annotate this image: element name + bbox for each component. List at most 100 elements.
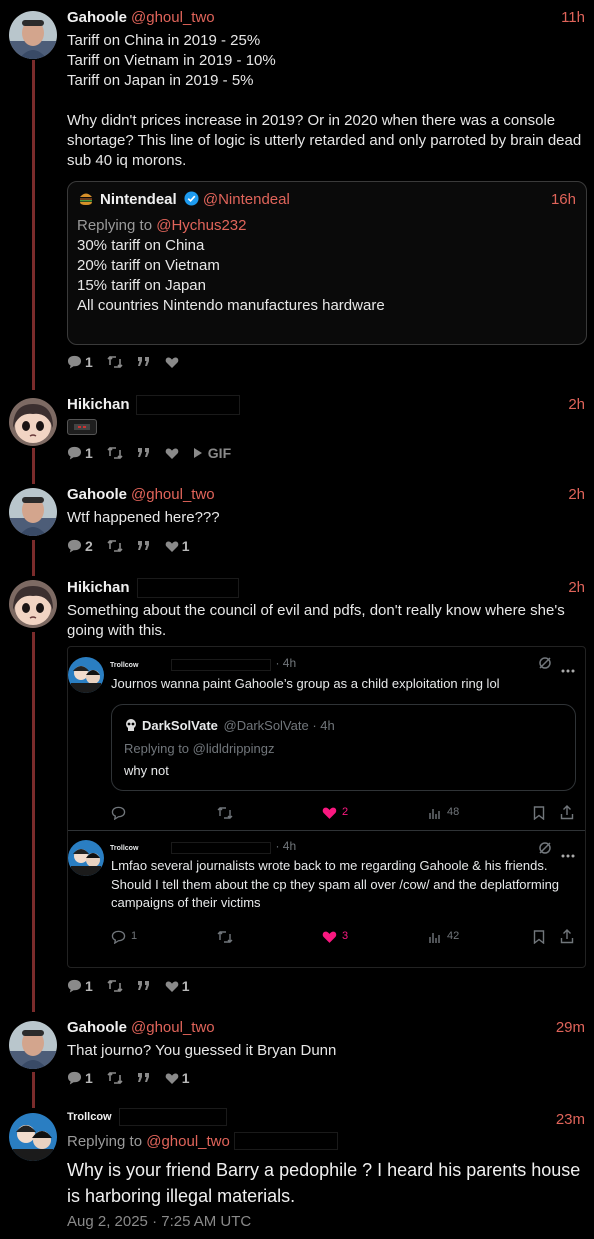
quote-icon — [137, 1073, 149, 1082]
reply-button[interactable]: 1 — [67, 978, 93, 994]
author-name: Trollcow — [110, 662, 139, 669]
replying-handle[interactable]: @ghoul_two — [146, 1133, 230, 1150]
replying-to: Replying to @Hychus232 — [77, 216, 576, 236]
like-count: 1 — [181, 1070, 190, 1086]
views-icon — [429, 809, 440, 819]
avatar[interactable] — [9, 1113, 57, 1161]
views-count: 48 — [447, 806, 460, 818]
gif-button[interactable]: GIF — [193, 445, 231, 461]
post-text: Wtf happened here??? — [67, 509, 220, 526]
embedded-screenshot: Trollcow · 4h Journos wanna paint Gahool… — [67, 646, 586, 968]
like-button[interactable]: 1 — [165, 978, 190, 994]
avatar[interactable] — [9, 488, 57, 536]
author-name[interactable]: Gahoole — [67, 486, 127, 503]
like-button[interactable] — [165, 447, 179, 460]
retweet-button[interactable] — [107, 1071, 123, 1085]
post-actions: 2 1 — [67, 537, 204, 555]
text-line: Tariff on China in 2019 - 25% — [67, 32, 261, 49]
comment-icon — [111, 930, 126, 944]
redacted-handle — [136, 578, 239, 598]
author-name[interactable]: Gahoole — [67, 9, 127, 26]
embed-actions: 2 48 — [111, 805, 577, 821]
reply-button[interactable]: 1 — [67, 445, 93, 461]
like-count: 3 — [342, 930, 349, 942]
author-handle[interactable]: @ghoul_two — [131, 1019, 215, 1036]
retweet-button[interactable] — [107, 539, 123, 553]
reply-button[interactable]: 1 — [67, 354, 93, 370]
quote-icon — [137, 357, 149, 366]
play-icon — [193, 448, 202, 458]
post-time[interactable]: 11h — [561, 8, 585, 28]
main-post-text: Why is your friend Barry a pedophile ? I… — [67, 1160, 581, 1206]
avatar[interactable] — [9, 580, 57, 628]
author-handle[interactable]: @ghoul_two — [131, 486, 215, 503]
quote-button[interactable] — [137, 980, 151, 992]
avatar[interactable] — [9, 11, 57, 59]
like-button[interactable]: 1 — [165, 538, 190, 554]
redacted-text — [234, 1132, 339, 1150]
heart-icon — [165, 541, 179, 552]
avatar[interactable] — [9, 398, 57, 446]
thread-line — [32, 60, 35, 390]
post-actions: 1 — [67, 353, 193, 371]
post-time[interactable]: 23m — [556, 1110, 585, 1130]
quoted-author-name: DarkSolVate — [142, 718, 218, 733]
quote-button[interactable] — [137, 1072, 151, 1084]
quote-author-name[interactable]: Nintendeal — [100, 191, 177, 208]
author-handle[interactable]: @ghoul_two — [131, 9, 215, 26]
like-button[interactable] — [165, 356, 179, 369]
author-name[interactable]: Gahoole — [67, 1019, 127, 1036]
quoted-post[interactable]: Nintendeal @Nintendeal 16h Replying to @… — [67, 181, 587, 345]
bookmark-icon — [533, 930, 545, 944]
comment-icon — [111, 806, 126, 820]
quote-author-handle[interactable]: @Nintendeal — [203, 191, 290, 208]
post-time[interactable]: 29m — [556, 1018, 585, 1038]
like-count: 1 — [181, 978, 190, 994]
author-name[interactable]: Trollcow — [67, 1111, 112, 1123]
heart-icon — [165, 357, 179, 368]
skull-icon — [124, 718, 138, 737]
post-time[interactable]: 2h — [568, 485, 585, 505]
quote-button[interactable] — [137, 540, 151, 552]
author-name[interactable]: Hikichan — [67, 579, 130, 596]
text-line: Why didn't prices increase in 2019? Or i… — [67, 112, 582, 169]
retweet-button[interactable] — [107, 979, 123, 993]
reply-count: 1 — [131, 930, 138, 942]
quote-icon — [137, 981, 149, 990]
retweet-icon — [217, 931, 233, 943]
quote-time[interactable]: 16h — [551, 190, 576, 210]
avatar — [68, 840, 104, 876]
views-icon — [429, 933, 440, 943]
gif-label: GIF — [207, 445, 232, 461]
bookmark-icon — [533, 806, 545, 820]
avatar — [68, 657, 104, 693]
reply-count: 1 — [85, 1070, 93, 1086]
quote-button[interactable] — [137, 356, 151, 368]
post-time[interactable]: 2h — [568, 395, 585, 415]
text-line: Tariff on Vietnam in 2019 - 10% — [67, 52, 276, 69]
like-count: 1 — [181, 538, 190, 554]
retweet-button[interactable] — [107, 446, 123, 460]
retweet-button[interactable] — [107, 355, 123, 369]
retweet-icon — [107, 979, 123, 993]
reply-button[interactable]: 2 — [67, 538, 93, 554]
author-name[interactable]: Hikichan — [67, 396, 130, 413]
quote-button[interactable] — [137, 447, 151, 459]
like-button[interactable]: 1 — [165, 1070, 190, 1086]
post-text: Something about the council of evil and … — [67, 602, 565, 639]
burger-icon — [78, 190, 94, 212]
heart-icon — [322, 931, 337, 943]
retweet-icon — [107, 1071, 123, 1085]
comment-icon — [67, 539, 82, 553]
post-date[interactable]: Aug 2, 2025 · 7:25 AM UTC — [67, 1213, 251, 1231]
reply-count: 2 — [85, 538, 93, 554]
quoted-replying: Replying to @lidldrippingz — [124, 741, 275, 756]
post-time[interactable]: 2h — [568, 578, 585, 598]
quote-icon — [137, 448, 149, 457]
avatar[interactable] — [9, 1021, 57, 1069]
reply-button[interactable]: 1 — [67, 1070, 93, 1086]
text-line: 30% tariff on China — [77, 237, 205, 254]
like-count: 2 — [342, 806, 349, 818]
post-text: That journo? You guessed it Bryan Dunn — [67, 1042, 337, 1059]
replying-handle[interactable]: @Hychus232 — [156, 217, 246, 234]
